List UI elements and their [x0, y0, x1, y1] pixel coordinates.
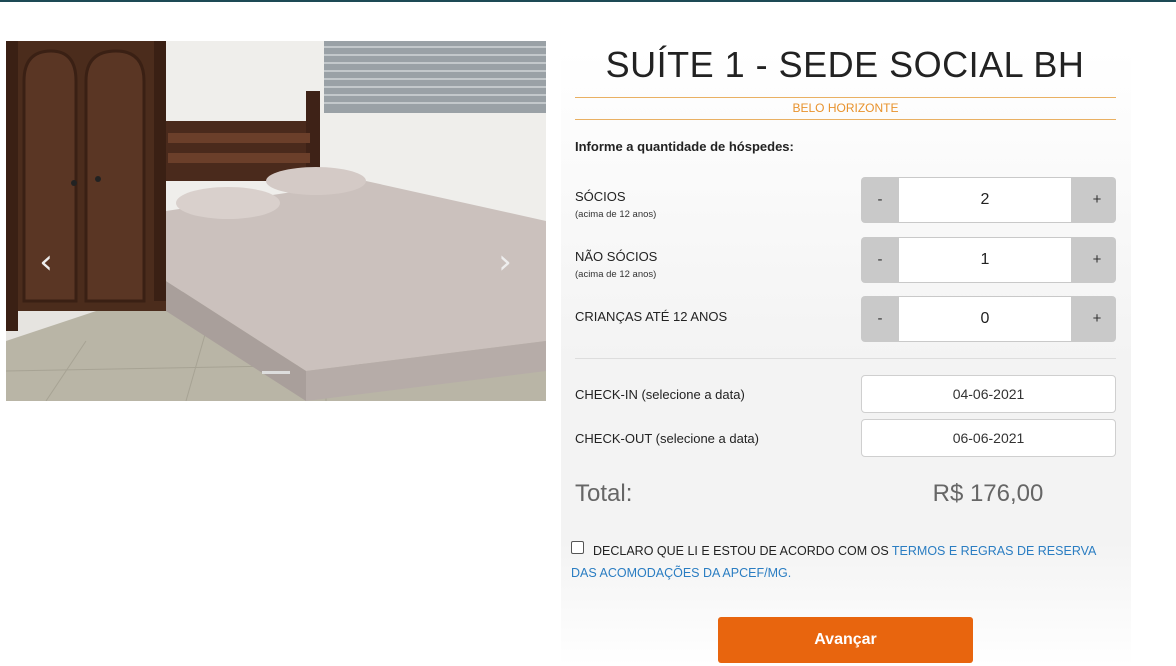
checkin-label: CHECK-IN (selecione a data) — [575, 387, 745, 402]
total-label: Total: — [575, 480, 633, 507]
socios-plus-button[interactable]: + — [1078, 177, 1116, 223]
guest-label-nao-socios: NÃO SÓCIOS — [575, 249, 658, 264]
carousel-indicator[interactable] — [262, 371, 290, 374]
section-divider — [575, 358, 1116, 359]
nao-socios-minus-button[interactable]: - — [861, 237, 899, 283]
guest-sub-socios: (acima de 12 anos) — [575, 209, 657, 220]
criancas-minus-button[interactable]: - — [861, 296, 899, 342]
top-bar — [0, 0, 1176, 2]
guest-label-criancas: CRIANÇAS ATÉ 12 ANOS — [575, 309, 728, 324]
room-title: SUÍTE 1 - SEDE SOCIAL BH — [605, 44, 1085, 85]
terms-text: DECLARO QUE LI E ESTOU DE ACORDO COM OS … — [571, 540, 1111, 584]
chevron-left-icon: ‹ — [39, 242, 53, 282]
total-value: R$ 176,00 — [932, 480, 1044, 507]
checkout-label: CHECK-OUT (selecione a data) — [575, 431, 759, 446]
criancas-plus-button[interactable]: + — [1078, 296, 1116, 342]
room-photo-carousel[interactable]: ‹ › — [6, 41, 546, 401]
nao-socios-stepper: - 1 + — [861, 237, 1116, 283]
checkout-date-input[interactable]: 06-06-2021 — [861, 419, 1116, 457]
criancas-stepper: - 0 + — [861, 296, 1116, 342]
nao-socios-plus-button[interactable]: + — [1078, 237, 1116, 283]
guest-sub-nao-socios: (acima de 12 anos) — [575, 269, 657, 280]
room-city: BELO HORIZONTE — [792, 101, 899, 115]
criancas-count-input[interactable]: 0 — [899, 297, 1071, 341]
chevron-right-icon: › — [498, 242, 512, 282]
socios-stepper: - 2 + — [861, 177, 1116, 223]
carousel-prev-button[interactable]: ‹ — [26, 237, 66, 287]
socios-count-input[interactable]: 2 — [899, 178, 1071, 222]
nao-socios-count-input[interactable]: 1 — [899, 238, 1071, 282]
next-button[interactable]: Avançar — [718, 617, 973, 663]
city-divider-top — [575, 97, 1116, 98]
checkin-date-input[interactable]: 04-06-2021 — [861, 375, 1116, 413]
room-photo — [6, 41, 546, 401]
guests-instruction: Informe a quantidade de hóspedes: — [575, 139, 794, 154]
city-divider-bottom — [575, 119, 1116, 120]
guest-label-socios: SÓCIOS — [575, 189, 626, 204]
terms-statement: DECLARO QUE LI E ESTOU DE ACORDO COM OS — [593, 544, 892, 558]
carousel-next-button[interactable]: › — [485, 237, 525, 287]
socios-minus-button[interactable]: - — [861, 177, 899, 223]
